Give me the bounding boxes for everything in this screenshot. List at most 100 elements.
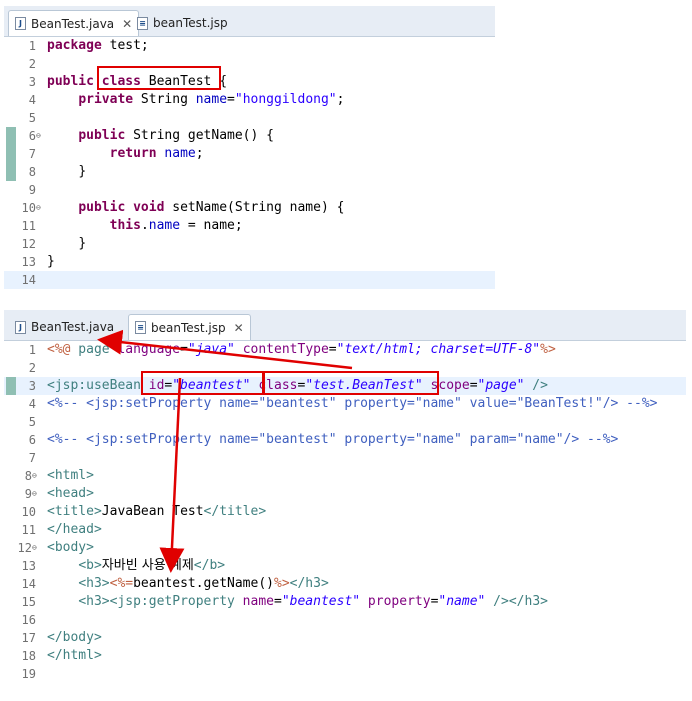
tab-beantest-java[interactable]: J BeanTest.java bbox=[8, 314, 121, 339]
line-number: 17 bbox=[21, 631, 36, 645]
code-line: 12 ⊖ <body> bbox=[4, 539, 686, 557]
code-line: 4 private String name="honggildong"; bbox=[4, 91, 495, 109]
tag-name: </html> bbox=[47, 648, 102, 663]
jsp-editor-pane: J BeanTest.java ≡ beanTest.jsp ✕ 1 <%@ p… bbox=[4, 310, 686, 692]
line-number: 16 bbox=[21, 613, 36, 627]
line-number: 8 bbox=[28, 165, 36, 179]
tag-name: <title> bbox=[47, 504, 102, 519]
code-token: test; bbox=[101, 38, 149, 53]
code-editor[interactable]: 1 package test; 2 3 public class BeanTes… bbox=[4, 37, 495, 298]
string-literal: "honggildong" bbox=[234, 92, 337, 107]
tag-name: </title> bbox=[203, 504, 267, 519]
line-number: 6 bbox=[28, 129, 36, 143]
tag-name: <h3> bbox=[78, 576, 110, 591]
fold-collapse-icon[interactable]: ⊖ bbox=[36, 131, 41, 140]
line-number: 5 bbox=[28, 415, 36, 429]
code-token: ; bbox=[195, 146, 204, 161]
code-line: 15 <h3><jsp:getProperty name="beantest" … bbox=[4, 593, 686, 611]
code-line: 5 bbox=[4, 109, 495, 127]
code-line: 7 return name; bbox=[4, 145, 495, 163]
close-icon[interactable]: ✕ bbox=[234, 321, 244, 335]
tag-name: </h3> bbox=[289, 576, 329, 591]
code-token: } bbox=[78, 164, 87, 179]
line-number: 3 bbox=[28, 75, 36, 89]
code-token: } bbox=[78, 236, 87, 251]
code-token: ; bbox=[336, 92, 345, 107]
line-number: 6 bbox=[28, 433, 36, 447]
tag-name: </head> bbox=[47, 522, 102, 537]
java-editor-pane: J BeanTest.java ✕ ≡ beanTest.jsp 1 packa… bbox=[4, 6, 495, 298]
code-line: 10 ⊖ public void setName(String name) { bbox=[4, 199, 495, 217]
code-token: = name; bbox=[180, 218, 243, 233]
line-number: 12 bbox=[21, 237, 36, 251]
line-number: 11 bbox=[21, 523, 36, 537]
line-number: 14 bbox=[21, 273, 36, 287]
line-number: 2 bbox=[28, 361, 36, 375]
code-line: 9 ⊖ <head> bbox=[4, 485, 686, 503]
keyword: void bbox=[133, 200, 165, 215]
highlight-bean-class bbox=[263, 371, 439, 395]
keyword: private bbox=[78, 92, 134, 107]
highlight-bean-id bbox=[141, 371, 264, 395]
jsp-file-icon: ≡ bbox=[135, 321, 146, 334]
attribute-value: "page" bbox=[477, 378, 525, 393]
line-number: 1 bbox=[28, 39, 36, 53]
attribute-value: "java" bbox=[187, 342, 235, 357]
line-number: 14 bbox=[21, 577, 36, 591]
attribute-name: property bbox=[360, 594, 431, 609]
field-name: name bbox=[148, 218, 181, 233]
code-line: 19 bbox=[4, 665, 686, 683]
code-line: 13 } bbox=[4, 253, 495, 271]
code-line: 3 public class BeanTest { bbox=[4, 73, 495, 91]
line-number: 10 bbox=[21, 505, 36, 519]
tag-name: <h3> bbox=[78, 594, 110, 609]
code-line: 6 <%-- <jsp:setProperty name="beantest" … bbox=[4, 431, 686, 449]
java-file-icon: J bbox=[15, 320, 26, 334]
fold-collapse-icon[interactable]: ⊖ bbox=[32, 543, 37, 552]
code-token: String bbox=[133, 92, 196, 107]
line-number: 15 bbox=[21, 595, 36, 609]
keyword: return bbox=[109, 146, 157, 161]
current-line: 14 bbox=[4, 271, 495, 289]
line-number: 12 bbox=[17, 541, 32, 555]
code-line: 8 } bbox=[4, 163, 495, 181]
code-line: 4 <%-- <jsp:setProperty name="beantest" … bbox=[4, 395, 686, 413]
jsp-delimiter: %> bbox=[540, 342, 556, 357]
tab-beantest-jsp[interactable]: ≡ beanTest.jsp ✕ bbox=[128, 314, 251, 340]
line-number: 4 bbox=[28, 397, 36, 411]
code-text: <%@ page language="java" contentType="te… bbox=[47, 341, 556, 359]
line-number: 5 bbox=[28, 111, 36, 125]
tag-name: </b> bbox=[193, 558, 226, 573]
java-file-icon: J bbox=[15, 17, 26, 30]
line-number: 4 bbox=[28, 93, 36, 107]
fold-collapse-icon[interactable]: ⊖ bbox=[36, 203, 41, 212]
code-text: } bbox=[47, 163, 86, 181]
attribute-name: contentType bbox=[234, 342, 329, 357]
code-line: 17 </body> bbox=[4, 629, 686, 647]
code-token: } bbox=[47, 254, 55, 269]
jsp-delimiter: %> bbox=[274, 576, 290, 591]
tab-label: BeanTest.java bbox=[31, 16, 115, 31]
code-text: <h3><jsp:getProperty name="beantest" pro… bbox=[47, 593, 548, 611]
keyword: public bbox=[78, 200, 126, 215]
tab-label: beanTest.jsp bbox=[153, 16, 228, 30]
tab-beantest-java[interactable]: J BeanTest.java ✕ bbox=[8, 10, 140, 36]
line-number: 19 bbox=[21, 667, 36, 681]
line-number: 1 bbox=[28, 343, 36, 357]
code-token: = bbox=[227, 92, 235, 107]
code-editor[interactable]: 1 <%@ page language="java" contentType="… bbox=[4, 341, 686, 692]
code-line: 12 } bbox=[4, 235, 495, 253]
code-line: 11 </head> bbox=[4, 521, 686, 539]
fold-collapse-icon[interactable]: ⊖ bbox=[32, 471, 37, 480]
line-number: 7 bbox=[28, 147, 36, 161]
jsp-comment: <%-- <jsp:setProperty name="beantest" pr… bbox=[47, 432, 619, 447]
field-name: name bbox=[164, 146, 196, 161]
fold-collapse-icon[interactable]: ⊖ bbox=[32, 489, 37, 498]
code-line: 18 </html> bbox=[4, 647, 686, 665]
code-text: return name; bbox=[47, 145, 204, 163]
code-line: 9 bbox=[4, 181, 495, 199]
jsp-delimiter: <%= bbox=[109, 576, 134, 591]
tab-beantest-jsp[interactable]: ≡ beanTest.jsp bbox=[130, 10, 235, 35]
tag-name: <b> bbox=[78, 558, 102, 573]
line-number: 3 bbox=[28, 379, 36, 393]
